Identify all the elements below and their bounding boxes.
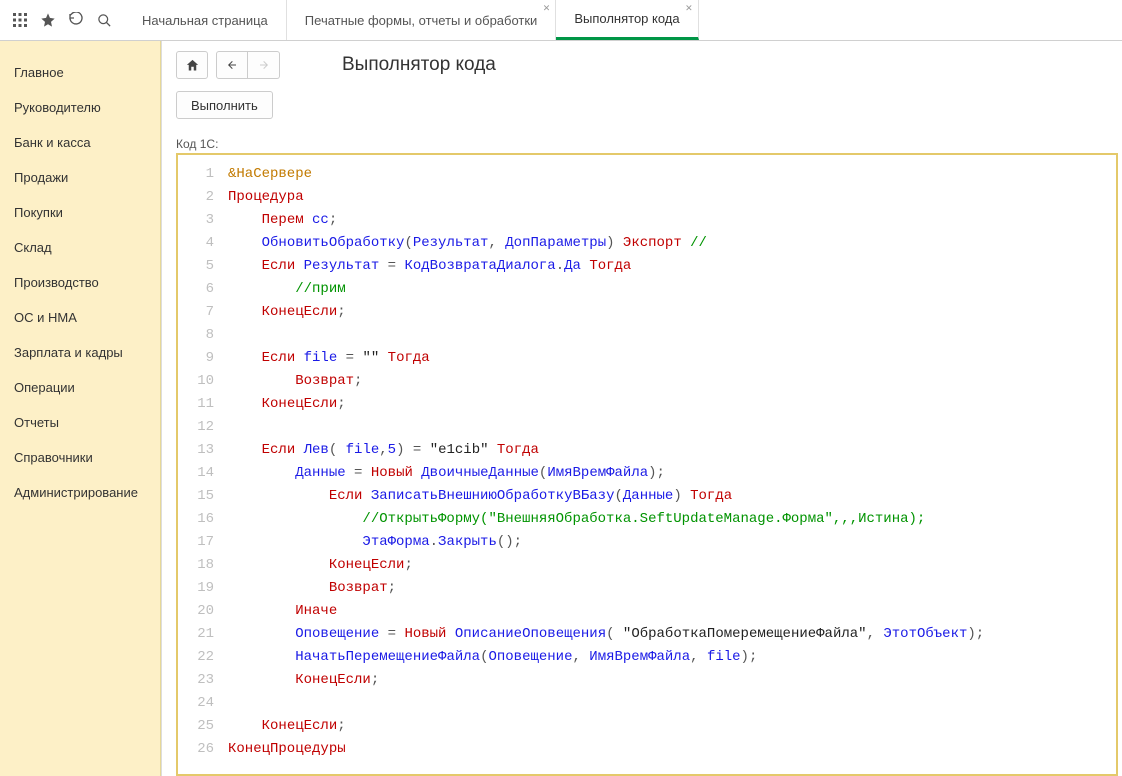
code-editor[interactable]: 1&НаСервере2Процедура3 Перем сс;4 Обнови… — [176, 153, 1118, 776]
code-line: 6 //прим — [178, 278, 1112, 301]
code-line: 21 Оповещение = Новый ОписаниеОповещения… — [178, 623, 1112, 646]
page-title: Выполнятор кода — [342, 54, 496, 76]
sidebar-item-11[interactable]: Справочники — [0, 440, 160, 475]
code-line: 3 Перем сс; — [178, 209, 1112, 232]
line-number: 26 — [178, 738, 228, 761]
line-number: 23 — [178, 669, 228, 692]
tab-2[interactable]: Выполнятор кода ✕ — [556, 0, 698, 40]
code-line: 5 Если Результат = КодВозвратаДиалога.Да… — [178, 255, 1112, 278]
code-line: 16 //ОткрытьФорму("ВнешняяОбработка.Seft… — [178, 508, 1112, 531]
code-line: 8 — [178, 324, 1112, 347]
apps-icon[interactable] — [6, 6, 34, 34]
tabs: Начальная страница Печатные формы, отчеты… — [124, 0, 699, 40]
sidebar-item-7[interactable]: ОС и НМА — [0, 300, 160, 335]
line-number: 15 — [178, 485, 228, 508]
body: ГлавноеРуководителюБанк и кассаПродажиПо… — [0, 41, 1122, 776]
line-number: 16 — [178, 508, 228, 531]
code-line: 26КонецПроцедуры — [178, 738, 1112, 761]
code-line: 13 Если Лев( file,5) = "e1cib" Тогда — [178, 439, 1112, 462]
line-number: 3 — [178, 209, 228, 232]
line-number: 8 — [178, 324, 228, 347]
topbar-icons — [0, 0, 124, 40]
tab-label: Выполнятор кода — [574, 11, 679, 26]
sidebar: ГлавноеРуководителюБанк и кассаПродажиПо… — [0, 41, 161, 776]
code-line: 9 Если file = "" Тогда — [178, 347, 1112, 370]
sidebar-item-10[interactable]: Отчеты — [0, 405, 160, 440]
sidebar-item-1[interactable]: Руководителю — [0, 90, 160, 125]
home-button[interactable] — [176, 51, 208, 79]
line-number: 1 — [178, 163, 228, 186]
topbar: Начальная страница Печатные формы, отчеты… — [0, 0, 1122, 41]
line-number: 2 — [178, 186, 228, 209]
code-line: 10 Возврат; — [178, 370, 1112, 393]
line-number: 18 — [178, 554, 228, 577]
code-line: 17 ЭтаФорма.Закрыть(); — [178, 531, 1112, 554]
star-icon[interactable] — [34, 6, 62, 34]
tab-label: Печатные формы, отчеты и обработки — [305, 13, 538, 28]
line-number: 11 — [178, 393, 228, 416]
main-area: Выполнятор кода Выполнить Код 1С: 1&НаСе… — [161, 41, 1122, 776]
code-line: 4 ОбновитьОбработку(Результат, ДопПараме… — [178, 232, 1112, 255]
sidebar-item-9[interactable]: Операции — [0, 370, 160, 405]
sidebar-item-0[interactable]: Главное — [0, 55, 160, 90]
back-button[interactable] — [216, 51, 248, 79]
tab-0[interactable]: Начальная страница — [124, 0, 287, 40]
line-number: 7 — [178, 301, 228, 324]
line-number: 4 — [178, 232, 228, 255]
line-number: 20 — [178, 600, 228, 623]
code-line: 19 Возврат; — [178, 577, 1112, 600]
line-number: 10 — [178, 370, 228, 393]
code-line: 2Процедура — [178, 186, 1112, 209]
line-number: 13 — [178, 439, 228, 462]
tab-label: Начальная страница — [142, 13, 268, 28]
history-icon[interactable] — [62, 6, 90, 34]
code-line: 22 НачатьПеремещениеФайла(Оповещение, Им… — [178, 646, 1112, 669]
line-number: 17 — [178, 531, 228, 554]
line-number: 9 — [178, 347, 228, 370]
code-label: Код 1С: — [162, 137, 1122, 151]
code-line: 14 Данные = Новый ДвоичныеДанные(ИмяВрем… — [178, 462, 1112, 485]
tab-1[interactable]: Печатные формы, отчеты и обработки ✕ — [287, 0, 557, 40]
line-number: 24 — [178, 692, 228, 715]
sidebar-item-8[interactable]: Зарплата и кадры — [0, 335, 160, 370]
forward-button[interactable] — [248, 51, 280, 79]
code-line: 23 КонецЕсли; — [178, 669, 1112, 692]
line-number: 12 — [178, 416, 228, 439]
line-number: 14 — [178, 462, 228, 485]
execute-button[interactable]: Выполнить — [176, 91, 273, 119]
line-number: 25 — [178, 715, 228, 738]
sidebar-item-5[interactable]: Склад — [0, 230, 160, 265]
code-line: 25 КонецЕсли; — [178, 715, 1112, 738]
line-number: 5 — [178, 255, 228, 278]
code-line: 7 КонецЕсли; — [178, 301, 1112, 324]
sidebar-item-3[interactable]: Продажи — [0, 160, 160, 195]
line-number: 6 — [178, 278, 228, 301]
code-line: 1&НаСервере — [178, 163, 1112, 186]
code-line: 24 — [178, 692, 1112, 715]
line-number: 22 — [178, 646, 228, 669]
nav-group — [216, 51, 280, 79]
sidebar-item-4[interactable]: Покупки — [0, 195, 160, 230]
code-line: 12 — [178, 416, 1112, 439]
close-icon[interactable]: ✕ — [543, 3, 551, 14]
sidebar-item-2[interactable]: Банк и касса — [0, 125, 160, 160]
code-line: 11 КонецЕсли; — [178, 393, 1112, 416]
line-number: 19 — [178, 577, 228, 600]
search-icon[interactable] — [90, 6, 118, 34]
close-icon[interactable]: ✕ — [685, 3, 693, 14]
sidebar-item-12[interactable]: Администрирование — [0, 475, 160, 510]
main-header: Выполнятор кода Выполнить — [162, 41, 1122, 127]
line-number: 21 — [178, 623, 228, 646]
code-line: 18 КонецЕсли; — [178, 554, 1112, 577]
sidebar-item-6[interactable]: Производство — [0, 265, 160, 300]
code-line: 20 Иначе — [178, 600, 1112, 623]
code-line: 15 Если ЗаписатьВнешниюОбработкуВБазу(Да… — [178, 485, 1112, 508]
